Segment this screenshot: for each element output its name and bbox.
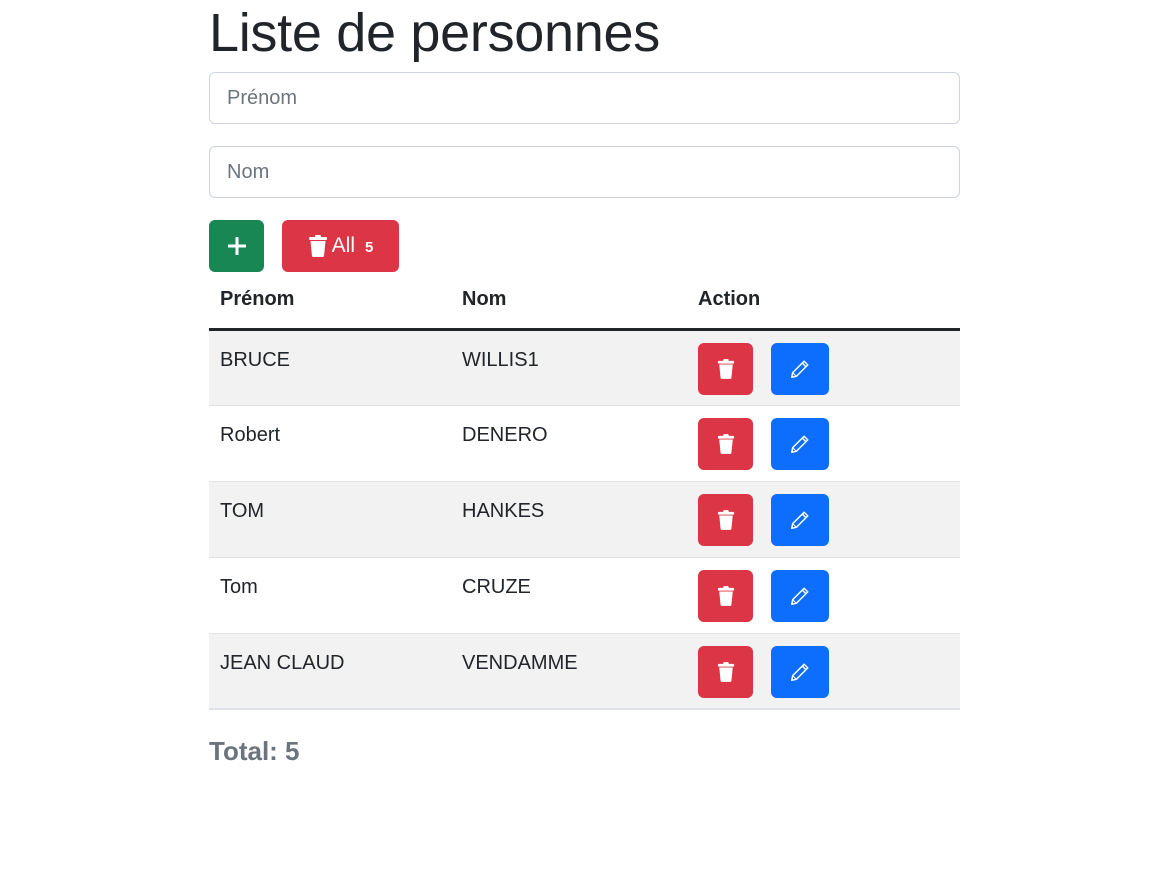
table-row: JEAN CLAUD VENDAMME (209, 633, 960, 710)
cell-actions (687, 557, 960, 634)
header-action: Action (687, 272, 960, 331)
trash-icon (717, 585, 735, 607)
edit-row-button[interactable] (771, 569, 829, 622)
edit-row-button[interactable] (771, 645, 829, 698)
delete-row-button[interactable] (698, 645, 753, 698)
cell-prenom: Robert (209, 405, 451, 482)
add-button[interactable] (209, 220, 264, 272)
row-actions (698, 645, 949, 698)
person-list-app: Liste de personnes All 5 (209, 0, 960, 767)
cell-prenom: TOM (209, 481, 451, 558)
cell-actions (687, 481, 960, 558)
pencil-icon (789, 358, 811, 380)
table-row: BRUCE WILLIS1 (209, 329, 960, 406)
trash-icon (717, 509, 735, 531)
trash-icon (717, 433, 735, 455)
page-title: Liste de personnes (209, 3, 660, 63)
prenom-input[interactable] (209, 72, 960, 124)
edit-row-button[interactable] (771, 493, 829, 546)
pencil-icon (789, 585, 811, 607)
edit-row-button[interactable] (771, 417, 829, 470)
delete-row-button[interactable] (698, 417, 753, 470)
trash-icon (308, 234, 328, 258)
pencil-icon (789, 661, 811, 683)
table-row: TOM HANKES (209, 481, 960, 558)
trash-icon (717, 661, 735, 683)
cell-nom: VENDAMME (451, 633, 687, 710)
cell-prenom: Tom (209, 557, 451, 634)
cell-nom: DENERO (451, 405, 687, 482)
nom-input[interactable] (209, 146, 960, 198)
pencil-icon (789, 433, 811, 455)
table-header-row: Prénom Nom Action (209, 272, 960, 331)
plus-icon (227, 236, 247, 256)
total-count: Total: 5 (209, 736, 300, 766)
delete-row-button[interactable] (698, 342, 753, 395)
cell-nom: WILLIS1 (451, 329, 687, 406)
cell-prenom: JEAN CLAUD (209, 633, 451, 710)
cell-nom: HANKES (451, 481, 687, 558)
count-badge: 5 (365, 238, 374, 256)
form-actions: All 5 (209, 220, 960, 272)
row-actions (698, 342, 949, 395)
edit-row-button[interactable] (771, 342, 829, 395)
cell-actions (687, 633, 960, 710)
table-row: Tom CRUZE (209, 557, 960, 634)
cell-actions (687, 405, 960, 482)
table-row: Robert DENERO (209, 405, 960, 482)
pencil-icon (789, 509, 811, 531)
row-actions (698, 569, 949, 622)
cell-actions (687, 329, 960, 406)
header-prenom: Prénom (209, 272, 451, 331)
row-actions (698, 417, 949, 470)
trash-icon (717, 358, 735, 380)
cell-prenom: BRUCE (209, 329, 451, 406)
table-body: BRUCE WILLIS1 Robert DENERO TOM HANKES Tom CRUZ… (209, 329, 960, 710)
delete-row-button[interactable] (698, 569, 753, 622)
persons-table: Prénom Nom Action BRUCE WILLIS1 Robert DENE… (209, 272, 960, 710)
header-nom: Nom (451, 272, 687, 331)
cell-nom: CRUZE (451, 557, 687, 634)
delete-row-button[interactable] (698, 493, 753, 546)
delete-all-button[interactable]: All 5 (282, 220, 399, 272)
delete-all-label: All (331, 234, 355, 257)
row-actions (698, 493, 949, 546)
